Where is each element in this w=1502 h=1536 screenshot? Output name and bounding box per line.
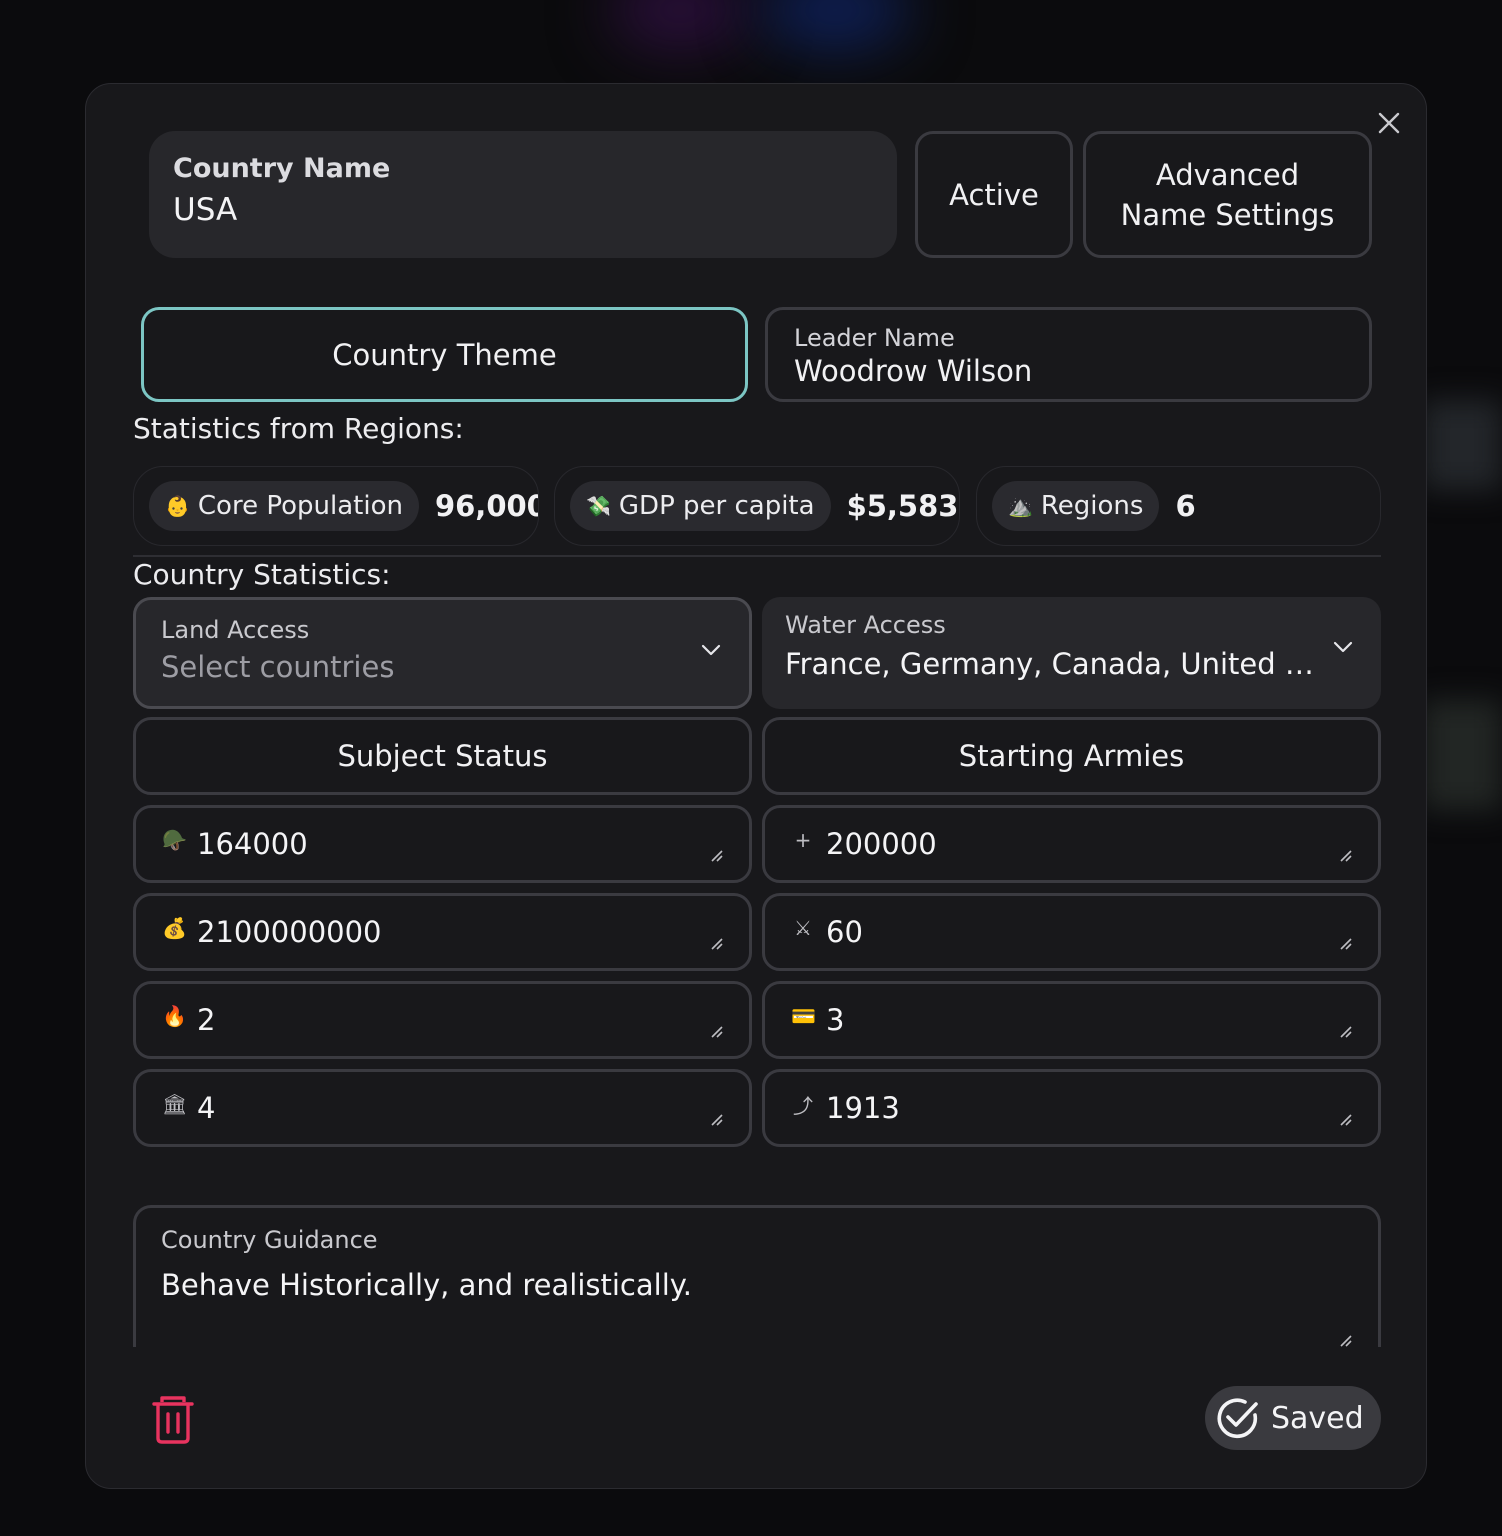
institutions-field[interactable]: 🏛 4 <box>133 1069 752 1147</box>
subject-status-label: Subject Status <box>337 739 548 773</box>
subject-status-button[interactable]: Subject Status <box>133 717 752 795</box>
name-settings-label: Name Settings <box>1120 197 1335 232</box>
country-guidance-label: Country Guidance <box>161 1226 378 1254</box>
military-field[interactable]: ⚔ 60 <box>762 893 1381 971</box>
bank-icon: 🏛 <box>162 1092 188 1116</box>
stat-pill: 👶 Core Population <box>149 481 419 531</box>
background-glow <box>760 0 910 50</box>
unrest-field[interactable]: 🔥 2 <box>133 981 752 1059</box>
stat-gdp-per-capita: 💸 GDP per capita $5,583.33 <box>554 466 960 546</box>
background-panel-edge <box>1422 700 1502 810</box>
active-toggle-button[interactable]: Active <box>915 131 1073 258</box>
resize-grip-icon[interactable] <box>1340 1335 1352 1347</box>
starting-armies-button[interactable]: Starting Armies <box>762 717 1381 795</box>
active-label: Active <box>949 177 1039 212</box>
resize-grip-icon[interactable] <box>711 1026 723 1038</box>
credit-field[interactable]: 💳 3 <box>762 981 1381 1059</box>
stat-regions: ⛰️ Regions 6 <box>976 466 1381 546</box>
country-name-field[interactable]: Country Name USA <box>149 131 897 258</box>
chevron-down-icon <box>1333 641 1353 653</box>
resize-grip-icon[interactable] <box>1340 850 1352 862</box>
country-name-value[interactable]: USA <box>173 192 873 228</box>
advanced-label: Advanced <box>1155 157 1300 192</box>
country-theme-button[interactable]: Country Theme <box>141 307 748 402</box>
plus-icon: + <box>794 828 812 852</box>
field-value[interactable]: 164000 <box>197 827 308 861</box>
saved-label: Saved <box>1271 1400 1364 1436</box>
background-glow <box>610 0 750 50</box>
field-value[interactable]: 4 <box>197 1091 215 1125</box>
country-editor-dialog: Country Name USA Active Advanced Name Se… <box>85 83 1427 1489</box>
starting-armies-label: Starting Armies <box>958 739 1185 773</box>
leader-name-value[interactable]: Woodrow Wilson <box>794 354 1343 388</box>
land-access-label: Land Access <box>161 616 310 644</box>
manpower-field[interactable]: 🪖 164000 <box>133 805 752 883</box>
check-circle-icon <box>1217 1398 1258 1439</box>
region-stats-title: Statistics from Regions: <box>133 412 464 445</box>
money-field[interactable]: 💰 2100000000 <box>133 893 752 971</box>
money-bag-icon: 💰 <box>162 916 187 940</box>
helmet-icon: 🪖 <box>162 828 187 852</box>
resize-grip-icon[interactable] <box>1340 938 1352 950</box>
resize-grip-icon[interactable] <box>1340 1114 1352 1126</box>
credit-card-icon: 💳 <box>791 1004 816 1028</box>
field-value[interactable]: 2 <box>197 1003 215 1037</box>
country-theme-label: Country Theme <box>332 337 557 372</box>
field-value[interactable]: 200000 <box>826 827 937 861</box>
field-value[interactable]: 1913 <box>826 1091 900 1125</box>
baby-icon: 👶 <box>165 494 190 518</box>
field-value[interactable]: 60 <box>826 915 863 949</box>
resize-grip-icon[interactable] <box>711 850 723 862</box>
trash-icon <box>152 1396 194 1444</box>
water-access-value: France, Germany, Canada, United Kingdom <box>785 647 1315 681</box>
resize-grip-icon[interactable] <box>711 938 723 950</box>
background-panel-edge <box>1422 400 1502 490</box>
country-guidance-value[interactable]: Behave Historically, and realistically. <box>161 1268 1353 1302</box>
stat-label: Regions <box>1040 491 1144 521</box>
stat-value: 96,000,000 <box>434 489 538 523</box>
advanced-name-settings-button[interactable]: Advanced Name Settings <box>1083 131 1372 258</box>
stat-value: 6 <box>1175 489 1196 523</box>
fire-icon: 🔥 <box>162 1004 187 1028</box>
water-access-label: Water Access <box>785 611 946 639</box>
resize-grip-icon[interactable] <box>711 1114 723 1126</box>
stat-label: GDP per capita <box>618 491 815 521</box>
divider <box>133 555 1381 557</box>
close-icon <box>1378 112 1400 134</box>
resize-grip-icon[interactable] <box>1340 1026 1352 1038</box>
close-button[interactable] <box>1374 108 1404 138</box>
stat-core-population: 👶 Core Population 96,000,000 <box>133 466 539 546</box>
leader-name-field[interactable]: Leader Name Woodrow Wilson <box>765 307 1372 402</box>
stat-value: $5,583.33 <box>846 489 959 523</box>
water-access-select[interactable]: Water Access France, Germany, Canada, Un… <box>762 597 1381 709</box>
field-value[interactable]: 2100000000 <box>197 915 382 949</box>
stat-label: Core Population <box>197 491 403 521</box>
year-field[interactable]: ⤴ 1913 <box>762 1069 1381 1147</box>
stat-pill: 💸 GDP per capita <box>570 481 831 531</box>
leader-name-label: Leader Name <box>794 324 955 352</box>
land-access-select[interactable]: Land Access Select countries <box>133 597 752 709</box>
money-wings-icon: 💸 <box>586 494 611 518</box>
health-field[interactable]: + 200000 <box>762 805 1381 883</box>
field-value[interactable]: 3 <box>826 1003 844 1037</box>
country-stats-title: Country Statistics: <box>133 558 391 591</box>
arrow-up-icon: ⤴ <box>793 1093 813 1118</box>
mountain-icon: ⛰️ <box>1008 494 1033 518</box>
swords-icon: ⚔ <box>794 916 812 940</box>
country-name-label: Country Name <box>173 153 391 184</box>
chevron-down-icon <box>701 644 721 656</box>
land-access-placeholder: Select countries <box>161 650 395 684</box>
saved-button[interactable]: Saved <box>1205 1386 1381 1450</box>
delete-button[interactable] <box>150 1394 196 1444</box>
country-guidance-field[interactable]: Country Guidance Behave Historically, an… <box>133 1205 1381 1347</box>
stat-pill: ⛰️ Regions <box>992 481 1160 531</box>
